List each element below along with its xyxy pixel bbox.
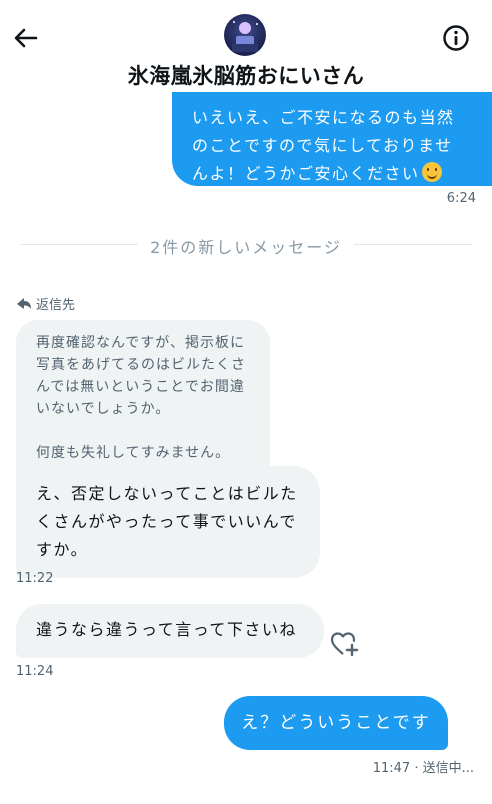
message-bubble-sent[interactable]: え？どういうことですか？ — [224, 696, 448, 787]
hugging-face-emoji-icon — [421, 162, 442, 182]
reply-arrow-icon — [16, 297, 32, 311]
reply-label-text: 返信先 — [36, 298, 76, 313]
message-timestamp: 6:24 — [446, 191, 476, 206]
message-bubble-received[interactable]: え、否定しないってことはビルたくさんがやったって事でいいんですか。 — [16, 466, 320, 578]
info-icon[interactable] — [440, 22, 472, 54]
new-messages-divider: 2件の新しいメッセージ — [150, 238, 342, 257]
message-text: いえいえ、ご不安になるのも当然 のことですので気にしておりませ んよ！どうかご安… — [192, 108, 455, 183]
back-arrow-icon[interactable] — [10, 22, 42, 54]
message-bubble-sent[interactable]: いえいえ、ご不安になるのも当然 のことですので気にしておりませ んよ！どうかご安… — [172, 92, 492, 186]
avatar[interactable] — [224, 14, 266, 56]
divider-line — [20, 244, 138, 245]
add-reaction-heart-icon[interactable] — [330, 630, 360, 658]
divider-line — [354, 244, 472, 245]
message-timestamp: 11:22 — [16, 571, 54, 586]
chat-title: 氷海嵐氷脳筋おにいさん — [127, 64, 365, 88]
reply-label: 返信先 — [16, 294, 75, 313]
message-bubble-received[interactable]: 違うなら違うって言って下さいね — [16, 604, 324, 658]
quoted-message[interactable]: 再度確認なんですが、掲示板に 写真をあげてるのはビルたくさ んでは無いということ… — [16, 320, 270, 482]
message-timestamp: 11:24 — [16, 664, 54, 679]
message-status: 11:47 · 送信中... — [372, 761, 474, 776]
